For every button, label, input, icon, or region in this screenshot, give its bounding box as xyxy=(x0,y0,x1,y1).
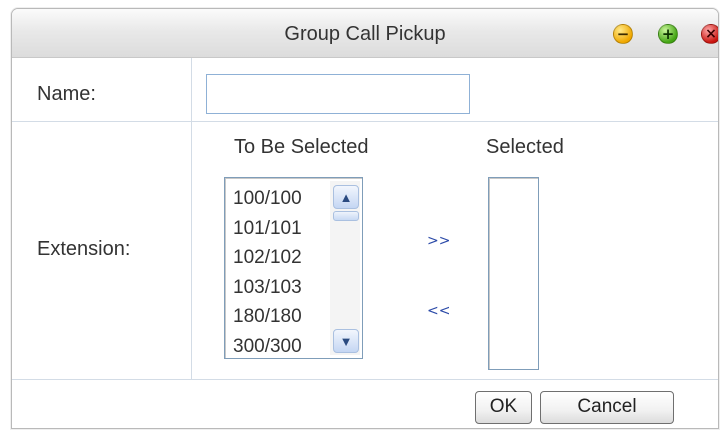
scroll-thumb[interactable] xyxy=(333,211,359,221)
scroll-up-icon[interactable]: ▲ xyxy=(333,185,359,209)
list-item[interactable]: 100/100 xyxy=(233,184,302,214)
extension-label: Extension: xyxy=(37,238,131,260)
selected-header: Selected xyxy=(486,136,564,158)
column-divider xyxy=(191,58,192,379)
cancel-button[interactable]: Cancel xyxy=(540,391,674,424)
maximize-icon[interactable]: + xyxy=(658,24,678,44)
add-button[interactable]: >> xyxy=(427,233,450,249)
list-item[interactable]: 180/180 xyxy=(233,302,302,332)
ok-button[interactable]: OK xyxy=(475,391,532,424)
row-divider xyxy=(12,379,718,380)
remove-button[interactable]: << xyxy=(427,303,450,319)
title-bar[interactable]: Group Call Pickup − + × xyxy=(12,9,718,58)
name-label: Name: xyxy=(37,83,96,105)
to-be-selected-header: To Be Selected xyxy=(234,136,369,158)
row-divider xyxy=(12,121,718,122)
available-extensions-list[interactable]: 100/100 101/101 102/102 103/103 180/180 … xyxy=(224,177,363,359)
close-icon[interactable]: × xyxy=(701,24,718,44)
minimize-icon[interactable]: − xyxy=(613,24,633,44)
list-item[interactable]: 103/103 xyxy=(233,273,302,303)
group-call-pickup-dialog: Group Call Pickup − + × Name: Extension:… xyxy=(11,8,719,429)
selected-extensions-list[interactable] xyxy=(488,177,539,370)
list-item[interactable]: 101/101 xyxy=(233,214,302,244)
list-item[interactable]: 102/102 xyxy=(233,243,302,273)
scroll-down-icon[interactable]: ▼ xyxy=(333,329,359,353)
list-item[interactable]: 300/300 xyxy=(233,332,302,362)
list-scrollbar[interactable]: ▲ ▼ xyxy=(330,181,360,355)
name-input[interactable] xyxy=(206,74,470,114)
